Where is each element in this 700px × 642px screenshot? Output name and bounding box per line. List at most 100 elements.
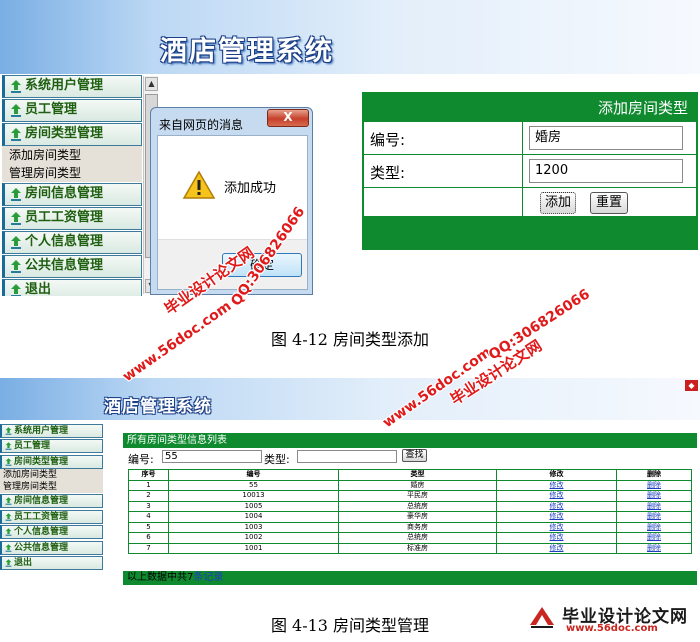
green-arrow-icon [5, 559, 12, 567]
nav-item-label: 个人信息管理 [25, 234, 104, 249]
nav-item-room-types[interactable]: 房间类型管理 [2, 123, 142, 146]
green-arrow-icon [11, 236, 21, 249]
cell-index: 2 [128, 490, 169, 502]
nav-item-label: 员工工资管理 [25, 210, 104, 225]
room-type-list-panel: 所有房间类型信息列表 编号: 55 类型: 查找 序号 编号 类型 修改 删除 … [123, 433, 697, 585]
delete-link[interactable]: 删除 [616, 490, 692, 502]
green-arrow-icon [11, 284, 21, 296]
edit-link[interactable]: 修改 [496, 542, 617, 554]
col-header-type: 类型 [338, 469, 497, 481]
figure-room-type-manage: 酒店管理系统 ◆ 系统用户管理 员工管理 房间类型管理 添加房间类型 管理房间类… [0, 378, 700, 590]
nav-item-label: 房间类型管理 [14, 456, 69, 467]
nav-item-room-info[interactable]: 房间信息管理 [2, 183, 142, 206]
nav-item-label: 退出 [14, 558, 33, 568]
edit-link[interactable]: 修改 [496, 511, 617, 523]
nav-item-salary[interactable]: 员工工资管理 [2, 207, 142, 230]
warning-icon [182, 170, 216, 199]
dialog-message: 添加成功 [224, 181, 277, 196]
nav-sub-add-room-type[interactable]: 添加房间类型 [0, 468, 103, 481]
cell-number: 10013 [168, 490, 339, 502]
delete-link[interactable]: 删除 [616, 532, 692, 544]
nav-item-label: 房间信息管理 [14, 496, 69, 506]
cell-type: 商务房 [338, 521, 497, 533]
nav-item-system-users[interactable]: 系统用户管理 [0, 423, 103, 438]
col-header-number: 编号 [168, 469, 339, 481]
type-input[interactable]: 1200 [529, 159, 683, 183]
nav-item-label: 员工管理 [25, 102, 78, 117]
form-row-type: 类型: 1200 [364, 155, 696, 188]
cell-divider [522, 155, 523, 187]
reset-button[interactable]: 重置 [590, 192, 628, 214]
col-header-index: 序号 [128, 469, 169, 481]
nav-item-employees[interactable]: 员工管理 [2, 99, 142, 122]
delete-link[interactable]: 删除 [616, 542, 692, 554]
cell-number: 1003 [168, 521, 339, 533]
type-label: 类型: [370, 164, 406, 182]
nav-item-employees[interactable]: 员工管理 [0, 439, 103, 453]
nav-item-personal-info[interactable]: 个人信息管理 [2, 231, 142, 254]
delete-link[interactable]: 删除 [616, 500, 692, 512]
nav-item-logout[interactable]: 退出 [0, 556, 103, 570]
nav-item-logout[interactable]: 退出 [2, 279, 142, 296]
nav-item-label: 房间类型管理 [25, 126, 104, 141]
cell-number: 1004 [168, 511, 339, 523]
nav-item-label: 公共信息管理 [25, 258, 104, 273]
nav-sub-manage-room-type[interactable]: 管理房间类型 [0, 480, 103, 493]
add-room-type-form: 添加房间类型 编号: 婚房 类型: 1200 添加 重置 [362, 92, 698, 250]
green-arrow-icon [5, 442, 12, 450]
table-header-row: 序号 编号 类型 修改 删除 [128, 469, 692, 481]
delete-link[interactable]: 删除 [616, 521, 692, 533]
green-arrow-icon [5, 543, 12, 552]
nav-item-label: 退出 [25, 282, 52, 296]
edit-link[interactable]: 修改 [496, 490, 617, 502]
nav-sub-add-room-type[interactable]: 添加房间类型 [2, 146, 142, 164]
nav-item-room-types[interactable]: 房间类型管理 [0, 454, 103, 469]
nav-item-room-info[interactable]: 房间信息管理 [0, 494, 103, 508]
nav-item-public-info[interactable]: 公共信息管理 [0, 540, 103, 555]
nav-item-label: 员工管理 [14, 441, 51, 451]
cell-type: 婚房 [338, 479, 497, 491]
cell-type: 平民房 [338, 490, 497, 502]
sidebar-nav: 系统用户管理 员工管理 房间类型管理 添加房间类型 管理房间类型 房间信息管理 … [0, 422, 104, 578]
search-type-input[interactable] [297, 450, 397, 463]
delete-link[interactable]: 删除 [616, 479, 692, 491]
record-count-link[interactable]: 条记录 [193, 572, 223, 583]
close-button[interactable]: X [267, 109, 309, 127]
delete-link[interactable]: 删除 [616, 511, 692, 523]
cell-index: 5 [128, 521, 169, 533]
site-logo: 毕业设计论文网 www.56doc.com [528, 600, 698, 640]
green-arrow-icon [5, 426, 12, 435]
nav-item-personal-info[interactable]: 个人信息管理 [0, 525, 103, 539]
nav-item-system-users[interactable]: 系统用户管理 [2, 75, 142, 98]
form-header: 添加房间类型 [364, 94, 696, 122]
cell-type: 豪华房 [338, 511, 497, 523]
search-number-input[interactable]: 55 [162, 450, 262, 463]
edit-link[interactable]: 修改 [496, 479, 617, 491]
search-number-label: 编号: [128, 453, 154, 466]
edit-link[interactable]: 修改 [496, 500, 617, 512]
app-title: 酒店管理系统 [160, 36, 334, 67]
number-input[interactable]: 婚房 [529, 126, 683, 150]
cell-number: 1002 [168, 532, 339, 544]
nav-item-salary[interactable]: 员工工资管理 [0, 509, 103, 524]
nav-item-public-info[interactable]: 公共信息管理 [2, 255, 142, 278]
cell-number: 1005 [168, 500, 339, 512]
edit-link[interactable]: 修改 [496, 532, 617, 544]
figure-room-type-add: 酒店管理系统 系统用户管理 员工管理 房间类型管理 添加房间类型 管理房间类型 … [0, 0, 700, 300]
green-arrow-icon [5, 457, 12, 466]
form-row-number: 编号: 婚房 [364, 122, 696, 155]
add-button[interactable]: 添加 [540, 192, 576, 214]
green-arrow-icon [5, 528, 12, 536]
nav-item-label: 个人信息管理 [14, 527, 69, 537]
cell-index: 7 [128, 542, 169, 554]
room-type-table: 序号 编号 类型 修改 删除 1 55 婚房 修改 删除 2 10013 平民房… [128, 469, 692, 554]
scroll-up-icon[interactable]: ▲ [145, 77, 158, 91]
nav-item-label: 房间信息管理 [25, 186, 104, 201]
cell-divider [522, 188, 523, 219]
search-button[interactable]: 查找 [402, 449, 427, 462]
edit-link[interactable]: 修改 [496, 521, 617, 533]
search-type-label: 类型: [264, 453, 290, 466]
search-bar: 编号: 55 类型: 查找 [123, 448, 697, 466]
nav-sub-manage-room-type[interactable]: 管理房间类型 [2, 164, 142, 182]
green-arrow-icon [11, 212, 21, 225]
